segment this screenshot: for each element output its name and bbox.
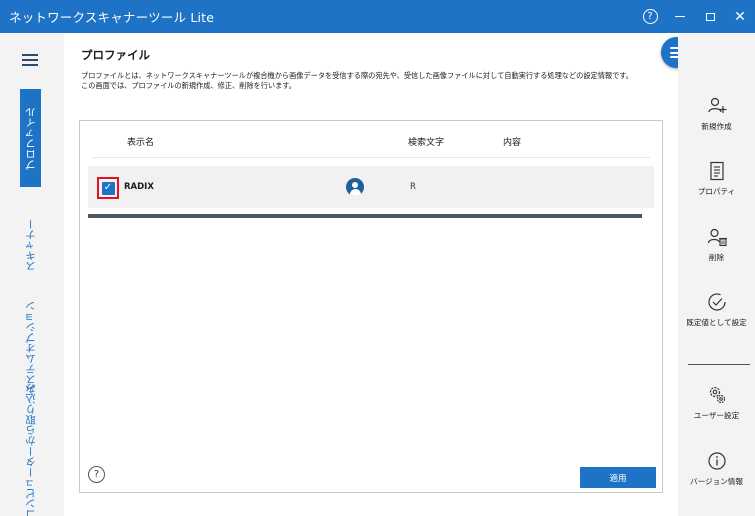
help-button[interactable]: ?	[635, 0, 665, 33]
column-header-search[interactable]: 検索文字	[408, 135, 444, 148]
delete-button[interactable]: 削除	[678, 226, 755, 263]
profile-table: 表示名 検索文字 内容 ✓ RADIX R ? 適用	[79, 120, 663, 493]
row-name: RADIX	[124, 182, 154, 192]
set-default-button[interactable]: 既定値として設定	[678, 291, 755, 328]
properties-label: プロパティ	[697, 187, 736, 196]
main-content: プロファイル プロファイルとは、ネットワークスキャナーツールが複合機から画像デー…	[64, 33, 678, 516]
apply-button[interactable]: 適用	[580, 467, 656, 488]
help-icon: ?	[642, 9, 658, 24]
left-nav: プロファイル スキャナー システムオプション コンピューターから取り込み	[0, 33, 64, 516]
maximize-button[interactable]	[695, 0, 725, 33]
table-row[interactable]: ✓ RADIX R	[88, 166, 654, 208]
checkbox-highlight: ✓	[97, 177, 119, 199]
checkmark-icon: ✓	[103, 182, 113, 193]
properties-button[interactable]: プロパティ	[678, 160, 755, 197]
delete-user-icon	[707, 228, 727, 247]
info-icon	[707, 452, 726, 470]
user-settings-label: ユーザー設定	[693, 411, 740, 420]
action-panel: 新規作成 プロパティ 削除 既定値として設定 ユーザー設定 バージョン情報	[678, 33, 755, 516]
description-line-2: この画面では、プロファイルの新規作成、修正、削除を行います。	[81, 81, 296, 90]
new-label: 新規作成	[701, 122, 732, 131]
header-divider	[92, 157, 650, 158]
add-user-icon	[707, 97, 726, 113]
user-settings-button[interactable]: ユーザー設定	[678, 384, 755, 421]
row-search-char: R	[410, 182, 416, 192]
page-description: プロファイルとは、ネットワークスキャナーツールが複合機から画像データを受信する際…	[81, 71, 661, 91]
nav-tab-label: スキャナー	[25, 218, 37, 272]
nav-tab-label: システムオプション	[25, 300, 37, 396]
title-bar: ネットワークスキャナーツール Lite ? ✕	[0, 0, 755, 33]
row-checkbox[interactable]: ✓	[101, 181, 115, 195]
nav-tab-label: プロファイル	[25, 106, 37, 170]
page-title: プロファイル	[81, 48, 150, 62]
close-icon: ✕	[734, 8, 746, 25]
nav-tab-import-from-computer[interactable]: コンピューターから取り込み	[20, 383, 41, 516]
minimize-button[interactable]	[665, 0, 695, 33]
minimize-icon	[675, 15, 685, 18]
hamburger-icon[interactable]	[22, 54, 38, 66]
version-button[interactable]: バージョン情報	[678, 450, 755, 487]
gears-icon	[709, 386, 725, 404]
checkmark-circle-icon	[707, 293, 726, 311]
window-controls: ? ✕	[635, 0, 755, 33]
new-button[interactable]: 新規作成	[678, 95, 755, 132]
help-icon[interactable]: ?	[88, 466, 105, 483]
horizontal-scrollbar[interactable]	[88, 214, 642, 218]
nav-tab-label: コンピューターから取り込み	[25, 382, 37, 516]
table-header: 表示名 検索文字 内容	[80, 121, 662, 154]
nav-tab-system-options[interactable]: システムオプション	[20, 301, 41, 396]
column-header-content[interactable]: 内容	[503, 135, 521, 148]
close-button[interactable]: ✕	[725, 0, 755, 33]
delete-label: 削除	[708, 253, 725, 262]
nav-tab-profile[interactable]: プロファイル	[20, 89, 41, 187]
maximize-icon	[705, 12, 715, 21]
column-header-name[interactable]: 表示名	[127, 135, 154, 148]
window-title: ネットワークスキャナーツール Lite	[9, 10, 215, 25]
nav-tab-scanner[interactable]: スキャナー	[20, 218, 41, 272]
set-default-label: 既定値として設定	[686, 318, 747, 327]
user-avatar-icon	[346, 178, 364, 196]
description-line-1: プロファイルとは、ネットワークスキャナーツールが複合機から画像データを受信する際…	[81, 71, 633, 80]
document-icon	[709, 161, 724, 181]
action-divider	[688, 364, 750, 365]
version-label: バージョン情報	[689, 477, 743, 486]
